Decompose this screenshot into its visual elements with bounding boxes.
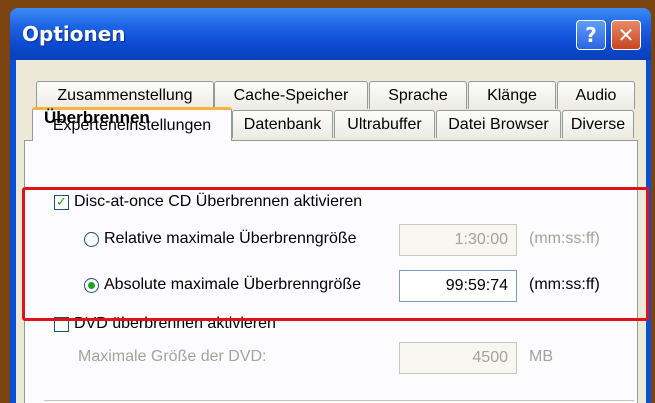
- tab-datei-browser[interactable]: Datei Browser: [436, 110, 561, 138]
- tab-label: Zusammenstellung: [57, 86, 193, 104]
- tab-label: Audio: [575, 86, 617, 104]
- tab-label: Cache-Speicher: [233, 86, 349, 104]
- tab-datenbank[interactable]: Datenbank: [232, 110, 333, 138]
- tab-ultrabuffer[interactable]: Ultrabuffer: [334, 110, 435, 138]
- tab-label: Ultrabuffer: [347, 115, 422, 133]
- tab-audio[interactable]: Audio: [557, 81, 635, 109]
- relative-radio-label[interactable]: Relative maximale Überbrenngröße: [104, 230, 357, 248]
- dvd-max-label: Maximale Größe der DVD:: [78, 348, 267, 365]
- relative-unit: (mm:ss:ff): [529, 230, 600, 247]
- dvd-checkbox-label[interactable]: DVD überbrennen aktivieren: [74, 315, 276, 333]
- tab-klaenge[interactable]: Klänge: [468, 81, 556, 109]
- tab-diverse[interactable]: Diverse: [562, 110, 634, 138]
- options-window: Optionen ? ✕ Zusammenstellung Cache-Spei…: [10, 8, 651, 403]
- relative-radio[interactable]: [84, 232, 99, 247]
- dao-checkbox[interactable]: ✓: [54, 195, 69, 210]
- absolute-unit: (mm:ss:ff): [529, 276, 600, 293]
- tab-cache-speicher[interactable]: Cache-Speicher: [214, 81, 368, 109]
- absolute-size-input[interactable]: 99:59:74: [399, 270, 517, 302]
- close-icon: ✕: [617, 23, 635, 47]
- tab-label: Datenbank: [243, 115, 322, 133]
- tab-label: Sprache: [388, 86, 448, 104]
- tab-sprache[interactable]: Sprache: [369, 81, 467, 109]
- close-button[interactable]: ✕: [611, 20, 641, 50]
- window-title: Optionen: [22, 22, 126, 46]
- title-bar[interactable]: Optionen ? ✕: [10, 8, 651, 60]
- absolute-radio-label[interactable]: Absolute maximale Überbrenngröße: [104, 276, 361, 294]
- absolute-radio[interactable]: [84, 278, 99, 293]
- help-icon: ?: [585, 23, 597, 47]
- dvd-max-input[interactable]: 4500: [399, 342, 517, 374]
- dao-checkbox-label[interactable]: Disc-at-once CD Überbrennen aktivieren: [74, 193, 362, 211]
- tab-zusammenstellung[interactable]: Zusammenstellung: [36, 81, 214, 109]
- help-button[interactable]: ?: [576, 20, 606, 50]
- tab-label: Klänge: [487, 86, 537, 104]
- relative-size-input[interactable]: 1:30:00: [399, 224, 517, 256]
- dvd-checkbox[interactable]: ✓: [54, 317, 69, 332]
- tab-label: Diverse: [570, 115, 626, 133]
- section-heading: Überbrennen: [44, 108, 150, 127]
- dvd-max-unit: MB: [529, 348, 553, 365]
- tab-label: Datei Browser: [448, 115, 549, 133]
